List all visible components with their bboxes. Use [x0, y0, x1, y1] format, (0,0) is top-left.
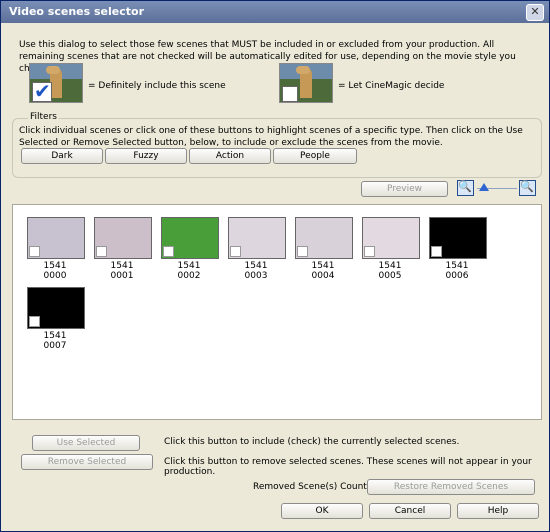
- scene-number: 0006: [445, 271, 469, 281]
- scene-id: 1541: [445, 261, 469, 271]
- scene-item[interactable]: 1541 0005: [362, 217, 420, 281]
- scene-item[interactable]: 1541 0001: [94, 217, 152, 281]
- filters-label: Filters: [28, 112, 59, 122]
- scene-id: 1541: [378, 261, 402, 271]
- scene-number: 0000: [43, 271, 67, 281]
- zoom-in-icon[interactable]: [519, 180, 536, 196]
- preview-button[interactable]: Preview: [361, 181, 448, 197]
- scene-id: 1541: [43, 331, 67, 341]
- use-selected-button[interactable]: Use Selected: [32, 435, 140, 451]
- scene-id: 1541: [311, 261, 335, 271]
- include-scene-example-thumb: [29, 63, 83, 103]
- scene-item[interactable]: 1541 0004: [295, 217, 353, 281]
- scene-number: 0001: [110, 271, 134, 281]
- scene-number: 0005: [378, 271, 402, 281]
- zoom-out-icon[interactable]: [457, 180, 474, 196]
- scene-number: 0004: [311, 271, 335, 281]
- legend-include-text: = Definitely include this scene: [88, 81, 226, 91]
- close-icon[interactable]: ✕: [526, 4, 544, 21]
- unchecked-checkbox-icon: [282, 86, 298, 102]
- video-scenes-selector-dialog: Video scenes selector ✕ Use this dialog …: [0, 0, 550, 532]
- window-title: Video scenes selector: [9, 5, 145, 18]
- filter-people-button[interactable]: People: [273, 148, 357, 164]
- scene-list[interactable]: 1541 0000 1541 0001 1541 0002 1541 0003 …: [12, 204, 542, 420]
- use-selected-description: Click this button to include (check) the…: [164, 437, 460, 447]
- legend-auto-text: = Let CineMagic decide: [338, 81, 445, 91]
- scene-item[interactable]: 1541 0003: [228, 217, 286, 281]
- ok-button[interactable]: OK: [281, 503, 363, 519]
- filter-dark-button[interactable]: Dark: [21, 148, 103, 164]
- restore-removed-scenes-button[interactable]: Restore Removed Scenes: [367, 479, 535, 495]
- remove-selected-button[interactable]: Remove Selected: [21, 454, 153, 470]
- scene-number: 0007: [43, 341, 67, 351]
- scene-item[interactable]: 1541 0007: [27, 287, 85, 351]
- zoom-slider-thumb[interactable]: [479, 183, 489, 191]
- scene-item[interactable]: 1541 0006: [429, 217, 487, 281]
- scene-id: 1541: [43, 261, 67, 271]
- remove-selected-description: Click this button to remove selected sce…: [164, 457, 532, 477]
- auto-scene-example-thumb: [279, 63, 333, 103]
- checked-checkbox-icon: [32, 79, 52, 102]
- scene-item[interactable]: 1541 0000: [27, 217, 85, 281]
- help-button[interactable]: Help: [457, 503, 539, 519]
- scene-number: 0002: [177, 271, 201, 281]
- title-bar: Video scenes selector ✕: [1, 1, 549, 23]
- cancel-button[interactable]: Cancel: [369, 503, 451, 519]
- filter-action-button[interactable]: Action: [189, 148, 271, 164]
- scene-id: 1541: [244, 261, 268, 271]
- scene-id: 1541: [177, 261, 201, 271]
- scene-id: 1541: [110, 261, 134, 271]
- filters-description: Click individual scenes or click one of …: [19, 126, 523, 148]
- removed-scenes-count: Removed Scene(s) Count: 0: [253, 482, 379, 492]
- scene-number: 0003: [244, 271, 268, 281]
- filter-fuzzy-button[interactable]: Fuzzy: [105, 148, 187, 164]
- scene-item[interactable]: 1541 0002: [161, 217, 219, 281]
